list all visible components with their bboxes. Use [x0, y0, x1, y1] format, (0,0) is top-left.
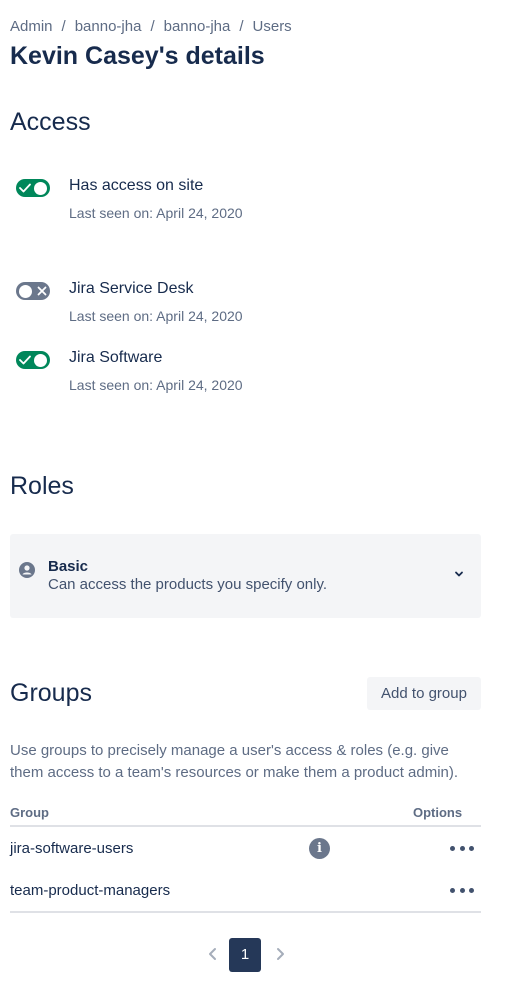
check-icon [19, 183, 31, 193]
groups-heading: Groups [10, 679, 92, 707]
group-name[interactable]: jira-software-users [10, 840, 133, 857]
add-to-group-button[interactable]: Add to group [367, 677, 481, 710]
jira-software-toggle[interactable] [16, 351, 50, 369]
roles-heading: Roles [10, 472, 74, 500]
chevron-left-icon[interactable] [205, 945, 221, 963]
more-options-icon[interactable] [450, 839, 474, 857]
group-name[interactable]: team-product-managers [10, 882, 170, 899]
toggle-knob [34, 353, 47, 367]
breadcrumb-admin[interactable]: Admin [10, 18, 53, 35]
user-avatar-icon [19, 562, 35, 578]
page-button-current[interactable]: 1 [229, 938, 261, 972]
table-row: team-product-managers [10, 870, 481, 910]
breadcrumb-separator: / [61, 18, 66, 35]
info-icon[interactable]: i [309, 838, 330, 859]
jira-software-last-seen: Last seen on: April 24, 2020 [69, 377, 243, 393]
role-description: Can access the products you specify only… [48, 576, 328, 593]
breadcrumb-users[interactable]: Users [253, 18, 292, 35]
group-column-header: Group [10, 805, 49, 820]
cross-icon [37, 286, 47, 296]
site-access-label: Has access on site [69, 177, 204, 194]
site-access-last-seen: Last seen on: April 24, 2020 [69, 205, 243, 221]
table-bottom-divider [10, 911, 481, 913]
page-title: Kevin Casey's details [10, 42, 265, 70]
jira-service-desk-toggle[interactable] [16, 282, 50, 300]
check-icon [19, 355, 31, 365]
jira-service-desk-label: Jira Service Desk [69, 280, 194, 297]
breadcrumb: Admin / banno-jha / banno-jha / Users [10, 18, 292, 35]
role-card[interactable]: Basic Can access the products you specif… [10, 534, 481, 618]
site-access-toggle[interactable] [16, 179, 50, 197]
breadcrumb-site[interactable]: banno-jha [75, 18, 142, 35]
access-heading: Access [10, 108, 91, 136]
table-header-divider [10, 825, 481, 827]
toggle-knob [34, 181, 47, 195]
jira-service-desk-last-seen: Last seen on: April 24, 2020 [69, 308, 243, 324]
table-row: jira-software-users i [10, 828, 481, 868]
groups-description: Use groups to precisely manage a user's … [10, 742, 459, 781]
breadcrumb-site-2[interactable]: banno-jha [164, 18, 231, 35]
chevron-down-icon[interactable] [453, 568, 465, 580]
breadcrumb-separator: / [239, 18, 244, 35]
options-column-header: Options [413, 805, 463, 820]
chevron-right-icon[interactable] [272, 945, 288, 963]
breadcrumb-separator: / [150, 18, 155, 35]
jira-software-label: Jira Software [69, 349, 163, 366]
toggle-knob [19, 284, 32, 298]
role-name: Basic [48, 558, 89, 575]
more-options-icon[interactable] [450, 881, 474, 899]
